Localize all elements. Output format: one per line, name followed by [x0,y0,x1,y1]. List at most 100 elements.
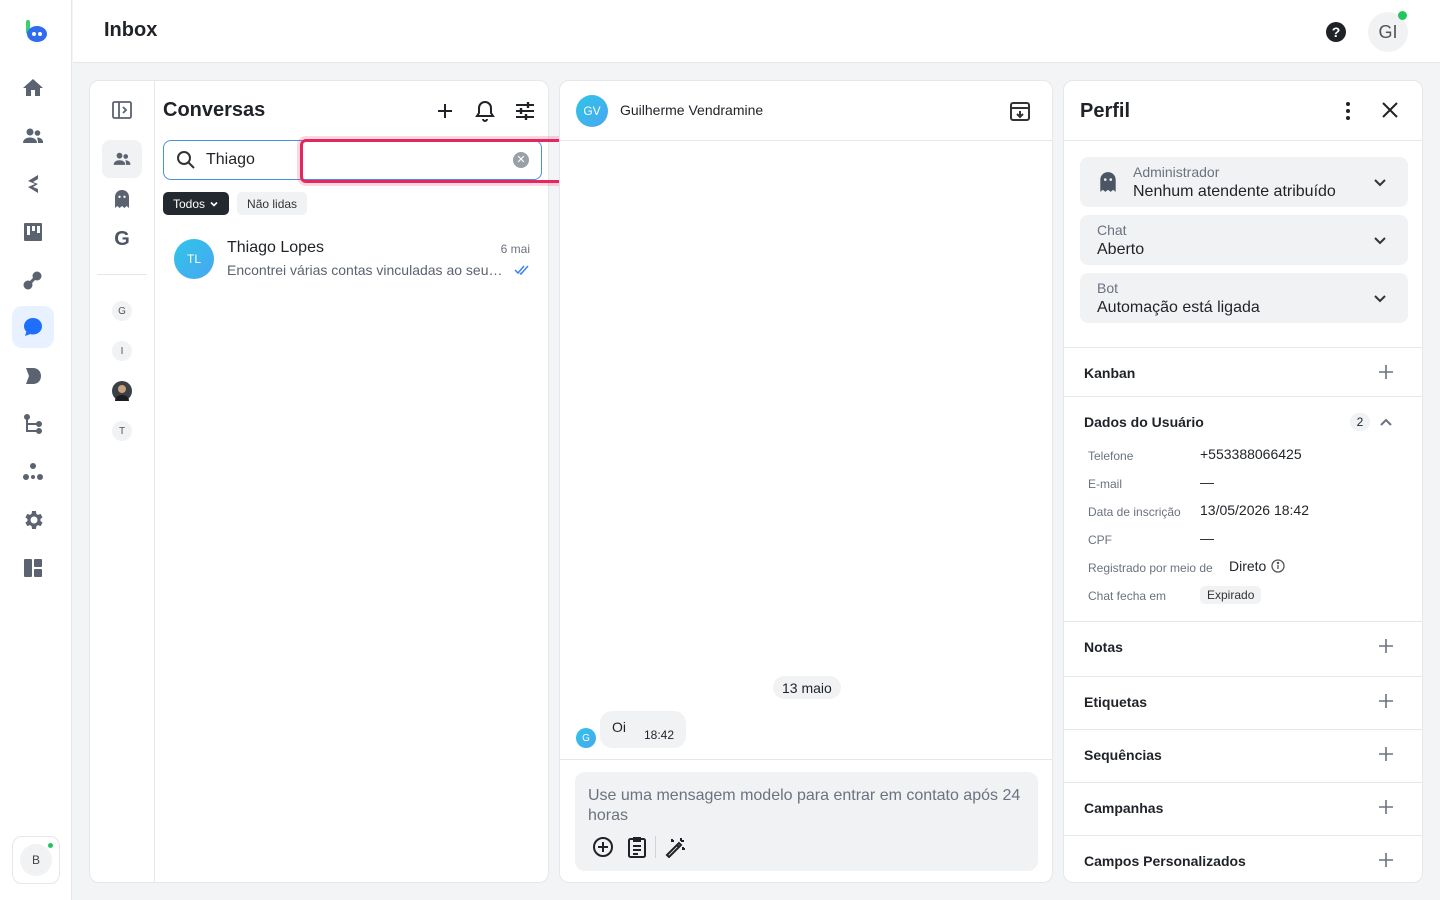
field-value[interactable]: — [1200,530,1214,546]
plus-icon[interactable] [1378,852,1394,868]
agent-photo-avatar[interactable] [112,381,132,401]
field-key: Registrado por meio de [1088,561,1213,575]
user-avatar[interactable]: GI [1368,11,1408,52]
chevron-down-icon [210,201,218,207]
conversation-filters-sidebar: G G I T [90,81,155,882]
kanban-icon[interactable] [12,211,54,253]
kanban-section[interactable]: Kanban [1064,347,1422,397]
field-key: Chat fecha em [1088,589,1167,603]
bot-status-select[interactable]: Bot Automação está ligada [1080,273,1408,323]
sender-avatar: G [576,728,596,748]
filter-unread-chip[interactable]: Não lidas [237,192,308,215]
network-icon[interactable] [12,451,54,493]
field-phone: Telefone +553388066425 [1088,445,1398,465]
field-value-wrapper: Direto [1229,558,1286,574]
section-title: Kanban [1084,365,1136,381]
workspace-avatar[interactable]: B [12,836,60,884]
field-value[interactable]: +553388066425 [1200,446,1302,462]
plus-icon[interactable] [1378,746,1394,762]
conversations-title: Conversas [163,99,266,121]
section-title[interactable]: Dados do Usuário [1084,414,1204,430]
settings-gear-icon[interactable] [12,499,54,541]
message-time: 18:42 [644,727,675,742]
filter-contacts-icon[interactable] [102,140,142,178]
add-circle-icon[interactable] [592,836,614,858]
conversation-list-item[interactable]: TL Thiago Lopes 6 mai Encontrei várias c… [163,229,542,289]
filter-google-letter[interactable]: G [102,220,142,258]
plus-icon[interactable] [1378,799,1394,815]
integrations-icon[interactable] [12,259,54,301]
home-icon[interactable] [12,67,54,109]
filter-bot-ghost-icon[interactable] [102,180,142,218]
agent-avatar[interactable]: I [112,341,132,361]
chat-status-select[interactable]: Chat Aberto [1080,215,1408,265]
field-signup-date: Data de inscrição 13/05/2026 18:42 [1088,501,1398,521]
svg-text:?: ? [1332,24,1341,40]
composer-placeholder: Use uma mensagem modelo para entrar em c… [588,787,1021,824]
select-label: Bot [1097,280,1119,296]
profile-title: Perfil [1080,100,1131,122]
profile-header: Perfil [1064,81,1422,141]
plus-icon[interactable] [1378,693,1394,709]
search-field[interactable]: ✕ [163,140,542,180]
chat-bubble-icon[interactable] [12,306,54,348]
sequences-section[interactable]: Sequências [1064,729,1422,782]
expired-tag: Expirado [1200,586,1262,604]
field-key: Telefone [1088,449,1134,463]
plus-icon[interactable] [1378,364,1394,380]
campaigns-section[interactable]: Campanhas [1064,782,1422,835]
notes-section[interactable]: Notas [1064,621,1422,676]
more-vertical-icon[interactable] [1336,99,1360,123]
section-title: Etiquetas [1084,694,1148,710]
dashboard-icon[interactable] [12,547,54,589]
field-value[interactable]: — [1200,474,1214,490]
contacts-icon[interactable] [12,115,54,157]
field-value: 13/05/2026 18:42 [1200,502,1309,518]
message-composer[interactable]: Use uma mensagem modelo para entrar em c… [575,772,1038,871]
select-label: Administrador [1133,164,1220,180]
select-value: Automação está ligada [1097,299,1260,316]
field-value: Direto [1229,558,1267,574]
search-icon [176,150,196,170]
archive-download-icon[interactable] [1008,99,1032,123]
tags-section[interactable]: Etiquetas [1064,676,1422,729]
custom-fields-section[interactable]: Campos Personalizados [1064,835,1422,882]
help-icon[interactable]: ? [1325,21,1347,43]
notifications-bell-icon[interactable] [473,99,497,123]
broadcast-icon[interactable] [12,355,54,397]
chevron-up-icon[interactable] [1378,415,1394,431]
flows-icon[interactable] [12,163,54,205]
select-label: Chat [1097,222,1127,238]
search-input[interactable] [206,149,506,171]
composer-divider [560,759,1052,760]
chat-contact-name[interactable]: Guilherme Vendramine [620,102,763,118]
contact-avatar[interactable]: GV [576,95,608,127]
message-bubble: Oi 18:42 [600,711,687,748]
section-title: Notas [1084,639,1123,655]
count-badge: 2 [1350,413,1370,431]
template-clipboard-icon[interactable] [626,836,648,858]
toolbar-divider [655,836,656,858]
agent-avatar[interactable]: T [112,421,132,441]
close-icon[interactable] [1378,98,1402,122]
toggle-sidebar-icon[interactable] [102,91,142,129]
assignee-select[interactable]: Administrador Nenhum atendente atribuído [1080,157,1408,207]
field-registered-via: Registrado por meio de Direto [1088,557,1398,577]
agent-avatar[interactable]: G [112,301,132,321]
filter-all-dropdown[interactable]: Todos [163,192,230,215]
info-icon [1271,559,1286,573]
date-separator: 13 maio [773,676,841,699]
clear-search-icon[interactable]: ✕ [513,152,529,168]
chat-panel: GV Guilherme Vendramine 13 maio G Oi 18:… [559,80,1053,883]
field-email: E-mail — [1088,473,1398,493]
chevron-down-icon [1372,174,1388,190]
profile-panel: Perfil Administrador Nenhum atendente at… [1063,80,1423,883]
plus-icon[interactable] [1378,638,1394,654]
new-conversation-plus-icon[interactable] [433,99,457,123]
sequence-tree-icon[interactable] [12,403,54,445]
magic-wand-icon[interactable] [664,836,686,858]
top-bar: Inbox ? GI [73,0,1440,63]
online-status-dot [1398,11,1407,20]
online-status-dot [46,841,55,850]
filter-sliders-icon[interactable] [513,99,537,123]
